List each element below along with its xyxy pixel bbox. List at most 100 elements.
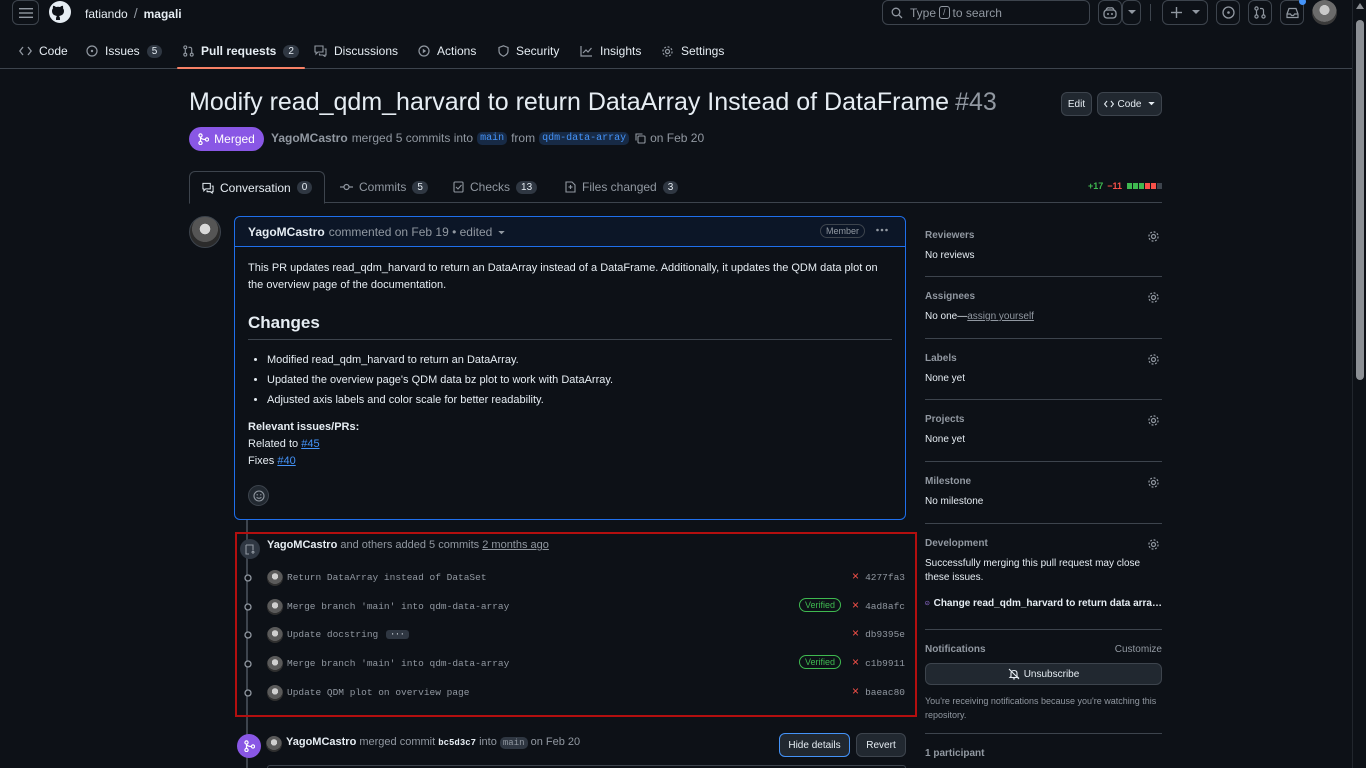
linked-issue-title[interactable]: Change read_qdm_harvard to return data a… — [934, 598, 1162, 609]
assignees-title[interactable]: Assignees — [925, 277, 1162, 302]
commit-row[interactable]: Update docstring ··· × db9395e — [237, 625, 915, 645]
issues-button[interactable] — [1216, 0, 1240, 25]
commit-row[interactable]: Merge branch 'main' into qdm-data-array … — [237, 654, 915, 674]
tab-commits[interactable]: Commits 5 — [328, 171, 440, 203]
commit-sha[interactable]: db9395e — [865, 629, 905, 640]
add-reaction-button[interactable] — [248, 485, 269, 506]
commit-sha[interactable]: 4ad8afc — [865, 601, 905, 612]
gear-icon[interactable] — [1147, 414, 1160, 427]
merge-author[interactable]: YagoMCastro — [286, 736, 356, 748]
linked-issue[interactable]: Change read_qdm_harvard to return data a… — [925, 597, 1162, 609]
gear-icon[interactable] — [1147, 353, 1160, 366]
breadcrumb-owner[interactable]: fatiando — [85, 7, 128, 21]
merge-branch[interactable]: main — [499, 737, 528, 749]
commit-author-avatar[interactable] — [267, 656, 283, 672]
sidebar-notifications: Notifications Customize Unsubscribe You'… — [925, 630, 1162, 734]
check-failed-icon[interactable]: × — [852, 684, 859, 698]
github-logo-icon[interactable] — [48, 0, 72, 24]
commit-message[interactable]: Update docstring — [287, 629, 378, 640]
scrollbar-thumb[interactable] — [1356, 20, 1364, 380]
tab-code[interactable]: Code — [19, 34, 68, 68]
tab-issues[interactable]: Issues 5 — [86, 34, 163, 68]
notification-indicator — [1299, 0, 1306, 5]
gear-icon[interactable] — [1147, 476, 1160, 489]
tab-files-changed[interactable]: Files changed 3 — [553, 171, 690, 203]
related-issue-link[interactable]: #45 — [301, 438, 319, 450]
projects-title[interactable]: Projects — [925, 400, 1162, 425]
commit-row[interactable]: Update QDM plot on overview page × baeac… — [237, 683, 915, 703]
head-branch[interactable]: qdm-data-array — [539, 131, 630, 145]
gear-icon[interactable] — [1147, 230, 1160, 243]
tab-checks[interactable]: Checks 13 — [441, 171, 549, 203]
verified-badge[interactable]: Verified — [798, 655, 841, 669]
breadcrumb-repo[interactable]: magali — [144, 7, 182, 21]
milestone-title[interactable]: Milestone — [925, 462, 1162, 487]
copilot-button[interactable] — [1098, 0, 1122, 25]
tab-insights[interactable]: Insights — [580, 34, 641, 68]
search-input[interactable]: Type / to search — [882, 0, 1090, 25]
user-avatar[interactable] — [1312, 0, 1337, 25]
chevron-down-icon[interactable] — [498, 230, 506, 235]
merge-commit-sha[interactable]: bc5d3c7 — [438, 738, 476, 748]
commit-message[interactable]: Merge branch 'main' into qdm-data-array — [287, 601, 509, 612]
pull-requests-button[interactable] — [1248, 0, 1272, 25]
notifications-note: You're receiving notifications because y… — [925, 696, 1157, 720]
commit-message[interactable]: Update QDM plot on overview page — [287, 687, 469, 698]
commits-event-time[interactable]: 2 months ago — [482, 539, 549, 551]
menu-button[interactable] — [12, 0, 39, 25]
pr-author[interactable]: YagoMCastro — [271, 131, 348, 145]
expand-commit-body-button[interactable]: ··· — [386, 629, 409, 639]
fixes-issue-link[interactable]: #40 — [277, 455, 295, 467]
commit-sha[interactable]: c1b9911 — [865, 658, 905, 669]
issue-closed-icon — [925, 600, 930, 606]
reviewers-title[interactable]: Reviewers — [925, 216, 1162, 241]
hide-details-button[interactable]: Hide details — [779, 733, 850, 757]
fixes-text: Fixes — [248, 455, 275, 467]
commit-row[interactable]: Return DataArray instead of DataSet × 42… — [237, 568, 915, 588]
commit-author-avatar[interactable] — [267, 599, 283, 615]
tab-security[interactable]: Security — [498, 34, 559, 68]
gear-icon[interactable] — [1147, 538, 1160, 551]
author-avatar[interactable] — [189, 216, 221, 248]
base-branch[interactable]: main — [477, 131, 508, 145]
merge-author-avatar[interactable] — [266, 736, 282, 752]
verified-badge[interactable]: Verified — [798, 598, 841, 612]
commit-sha[interactable]: baeac80 — [865, 687, 905, 698]
create-new-button[interactable] — [1162, 0, 1208, 25]
check-failed-icon[interactable]: × — [852, 569, 859, 583]
tab-settings[interactable]: Settings — [661, 34, 724, 68]
tab-pull-requests[interactable]: Pull requests 2 — [177, 34, 305, 69]
customize-link[interactable]: Customize — [1115, 644, 1162, 655]
page-scrollbar[interactable] — [1352, 0, 1366, 768]
scroll-up-arrow-icon[interactable] — [1356, 3, 1364, 9]
commit-message[interactable]: Return DataArray instead of DataSet — [287, 572, 487, 583]
check-failed-icon[interactable]: × — [852, 598, 859, 612]
commits-event-author[interactable]: YagoMCastro — [267, 539, 337, 551]
tab-issues-count: 5 — [146, 44, 163, 58]
comment-meta[interactable]: commented on Feb 19 • edited — [329, 225, 493, 239]
comment-author[interactable]: YagoMCastro — [248, 225, 325, 239]
kebab-horizontal-icon[interactable] — [875, 223, 889, 237]
edit-title-button[interactable]: Edit — [1061, 92, 1092, 116]
gear-icon[interactable] — [1147, 291, 1160, 304]
commit-row[interactable]: Merge branch 'main' into qdm-data-array … — [237, 597, 915, 617]
commit-author-avatar[interactable] — [267, 570, 283, 586]
development-title[interactable]: Development — [925, 524, 1162, 549]
tab-actions[interactable]: Actions — [418, 34, 476, 68]
commit-message[interactable]: Merge branch 'main' into qdm-data-array — [287, 658, 509, 669]
commit-author-avatar[interactable] — [267, 685, 283, 701]
assign-yourself-link[interactable]: assign yourself — [967, 311, 1034, 322]
copy-icon[interactable] — [635, 132, 646, 144]
commit-author-avatar[interactable] — [267, 627, 283, 643]
code-icon — [19, 46, 32, 56]
commit-sha[interactable]: 4277fa3 — [865, 572, 905, 583]
tab-discussions[interactable]: Discussions — [314, 34, 398, 68]
copilot-dropdown-button[interactable] — [1122, 0, 1141, 25]
tab-conversation[interactable]: Conversation 0 — [189, 171, 326, 204]
check-failed-icon[interactable]: × — [852, 626, 859, 640]
revert-button[interactable]: Revert — [856, 733, 906, 757]
check-failed-icon[interactable]: × — [852, 655, 859, 669]
code-dropdown-button[interactable]: Code — [1097, 92, 1162, 116]
labels-title[interactable]: Labels — [925, 339, 1162, 364]
unsubscribe-button[interactable]: Unsubscribe — [925, 663, 1162, 685]
